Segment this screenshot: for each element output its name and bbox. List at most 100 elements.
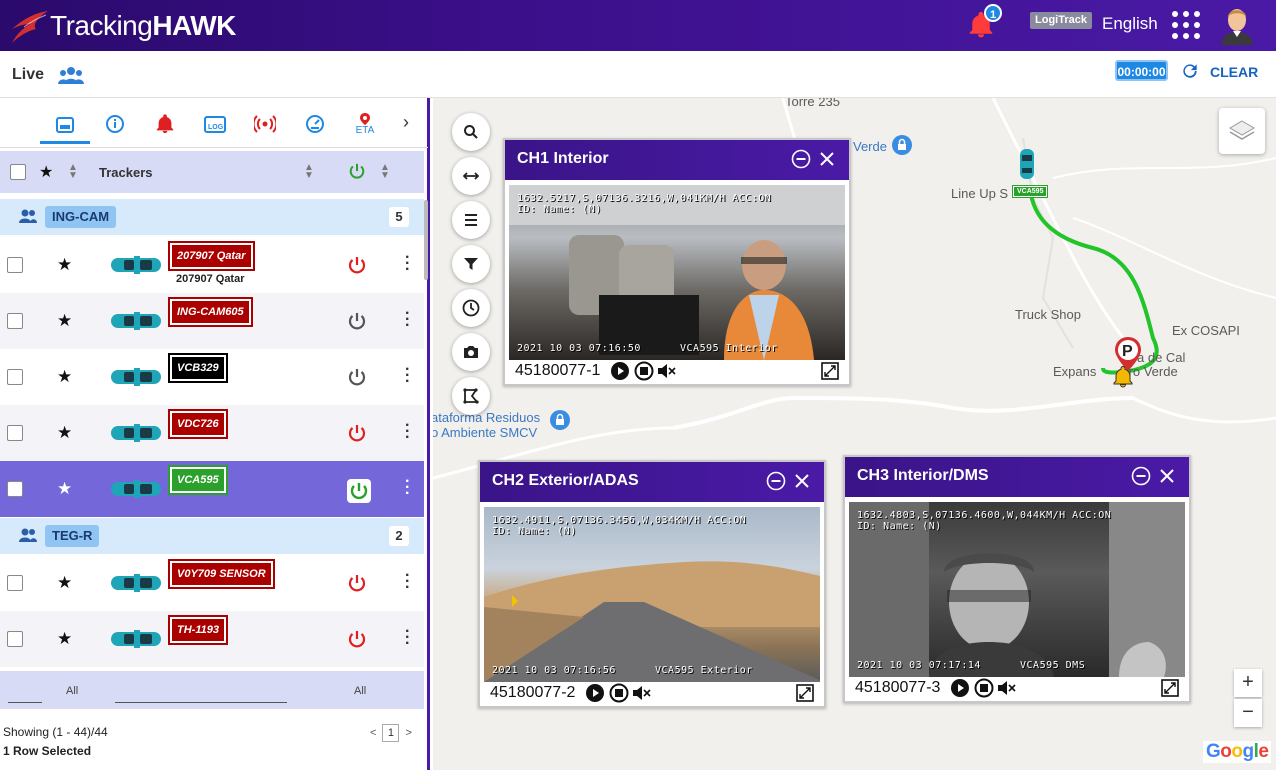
group-header[interactable]: TEG-R 2 [0, 518, 424, 554]
sort-trackers-icon[interactable]: ▲ ▼ [304, 163, 314, 181]
minimize-icon[interactable] [1131, 466, 1151, 486]
filter-all-1[interactable]: All [66, 685, 78, 697]
tracker-row[interactable]: ★ VCB329 · · · [0, 349, 424, 405]
map-geofence-button[interactable] [452, 377, 490, 415]
favorite-star-icon[interactable]: ★ [57, 629, 72, 649]
fullscreen-icon[interactable] [821, 362, 839, 380]
mute-icon[interactable] [629, 683, 653, 703]
tracker-row[interactable]: ★ TH-1193 · · · [0, 611, 424, 667]
camera-video-feed[interactable]: 1632.5217,S,07136.3216,W,041KM/H ACC:ON … [509, 185, 845, 360]
row-menu-icon[interactable]: · · · [405, 568, 411, 596]
tab-alarm[interactable] [151, 110, 179, 138]
favorite-star-icon[interactable]: ★ [57, 573, 72, 593]
filter-input-2[interactable] [115, 702, 287, 703]
filter-all-2[interactable]: All [354, 685, 366, 697]
group-header[interactable]: ING-CAM 5 [0, 199, 424, 235]
mute-icon[interactable] [654, 361, 678, 381]
tracker-row[interactable]: ★ 207907 Qatar 207907 Qatar · · · [0, 237, 424, 293]
fullscreen-icon[interactable] [796, 684, 814, 702]
favorite-star-icon[interactable]: ★ [57, 423, 72, 443]
map-history-button[interactable] [452, 289, 490, 327]
row-menu-icon[interactable]: · · · [405, 250, 411, 278]
map-layers-button[interactable] [1219, 108, 1265, 154]
stop-icon[interactable] [605, 683, 629, 703]
apps-grid-icon[interactable] [1172, 11, 1200, 39]
row-menu-icon[interactable]: · · · [405, 362, 411, 390]
favorite-star-icon[interactable]: ★ [57, 367, 72, 387]
vehicle-plate: TH-1193 [168, 615, 228, 645]
page-number[interactable]: 1 [382, 724, 400, 742]
camera-title-bar[interactable]: CH3 Interior/DMS [845, 457, 1189, 497]
tracker-row[interactable]: ★ VDC726 · · · [0, 405, 424, 461]
tab-eta[interactable]: ETA [351, 110, 379, 138]
language-selector[interactable]: English [1102, 14, 1158, 34]
sort-favorite-icon[interactable]: ▲ ▼ [68, 163, 78, 181]
row-checkbox[interactable] [7, 631, 23, 647]
row-menu-icon[interactable]: · · · [405, 474, 411, 502]
favorite-column-star-icon[interactable]: ★ [39, 162, 53, 182]
row-menu-icon[interactable]: · · · [405, 418, 411, 446]
tracker-row-selected[interactable]: ★ VCA595 · · · [0, 461, 424, 517]
map-fit-width-button[interactable] [452, 157, 490, 195]
map-menu-button[interactable] [452, 201, 490, 239]
row-checkbox[interactable] [7, 481, 23, 497]
fullscreen-icon[interactable] [1161, 679, 1179, 697]
play-icon[interactable] [610, 361, 630, 381]
mute-icon[interactable] [994, 678, 1018, 698]
map-search-button[interactable] [452, 113, 490, 151]
clear-button[interactable]: CLEAR [1210, 64, 1258, 80]
tab-dashboard[interactable] [301, 110, 329, 138]
camera-title-bar[interactable]: CH2 Exterior/ADAS [480, 462, 824, 502]
zoom-out-button[interactable]: − [1234, 699, 1262, 727]
minimize-icon[interactable] [791, 149, 811, 169]
brand-logo[interactable]: TrackingHAWK [8, 7, 236, 45]
group-users-icon[interactable] [58, 65, 84, 90]
tracker-row[interactable]: ★ ING-CAM605 · · · [0, 293, 424, 349]
zoom-in-button[interactable]: + [1234, 669, 1262, 697]
prev-page-button[interactable]: < [370, 727, 376, 739]
camera-window-ch3[interactable]: CH3 Interior/DMS 1632.4803,S,07136.4600,… [843, 455, 1191, 703]
stop-icon[interactable] [630, 361, 654, 381]
row-menu-icon[interactable]: · · · [405, 306, 411, 334]
row-checkbox[interactable] [7, 257, 23, 273]
next-page-button[interactable]: > [405, 727, 411, 739]
filter-input-1[interactable] [8, 702, 42, 703]
map-camera-button[interactable] [452, 333, 490, 371]
camera-video-feed[interactable]: 1632.4911,S,07136.3456,W,034KM/H ACC:ON … [484, 507, 820, 682]
favorite-star-icon[interactable]: ★ [57, 255, 72, 275]
favorite-star-icon[interactable]: ★ [57, 479, 72, 499]
row-menu-icon[interactable]: · · · [405, 624, 411, 652]
row-checkbox[interactable] [7, 369, 23, 385]
list-scrollbar[interactable] [424, 200, 428, 280]
row-checkbox[interactable] [7, 313, 23, 329]
alarm-marker-icon[interactable] [1111, 364, 1135, 395]
camera-window-ch1[interactable]: CH1 Interior 1632.5217,S,07136.3216,W,04… [503, 138, 851, 386]
tab-log[interactable]: LOG [201, 110, 229, 138]
row-checkbox[interactable] [7, 425, 23, 441]
camera-video-feed[interactable]: 1632.4803,S,07136.4600,W,044KM/H ACC:ON … [849, 502, 1185, 677]
play-icon[interactable] [950, 678, 970, 698]
close-icon[interactable] [794, 471, 810, 491]
vehicle-marker[interactable] [1017, 148, 1037, 185]
minimize-icon[interactable] [766, 471, 786, 491]
favorite-star-icon[interactable]: ★ [57, 311, 72, 331]
tab-info[interactable] [101, 110, 129, 138]
sort-power-icon[interactable]: ▲ ▼ [380, 163, 390, 181]
logitrack-button[interactable]: LogiTrack [1030, 12, 1092, 29]
tabs-next-icon[interactable]: › [403, 112, 409, 133]
close-icon[interactable] [819, 149, 835, 169]
map-filter-button[interactable] [452, 245, 490, 283]
play-icon[interactable] [585, 683, 605, 703]
camera-title-bar[interactable]: CH1 Interior [505, 140, 849, 180]
refresh-icon[interactable] [1180, 61, 1200, 86]
close-icon[interactable] [1159, 466, 1175, 486]
tracker-row[interactable]: ★ V0Y709 SENSOR · · · [0, 555, 424, 611]
tab-vehicle-card[interactable] [40, 108, 90, 144]
user-avatar[interactable] [1218, 3, 1256, 45]
row-checkbox[interactable] [7, 575, 23, 591]
stop-icon[interactable] [970, 678, 994, 698]
select-all-checkbox[interactable] [10, 164, 26, 180]
notification-bell[interactable]: 1 [966, 4, 1002, 42]
tab-signal[interactable] [251, 110, 279, 138]
camera-window-ch2[interactable]: CH2 Exterior/ADAS 1632.4911,S,07136.3456… [478, 460, 826, 708]
